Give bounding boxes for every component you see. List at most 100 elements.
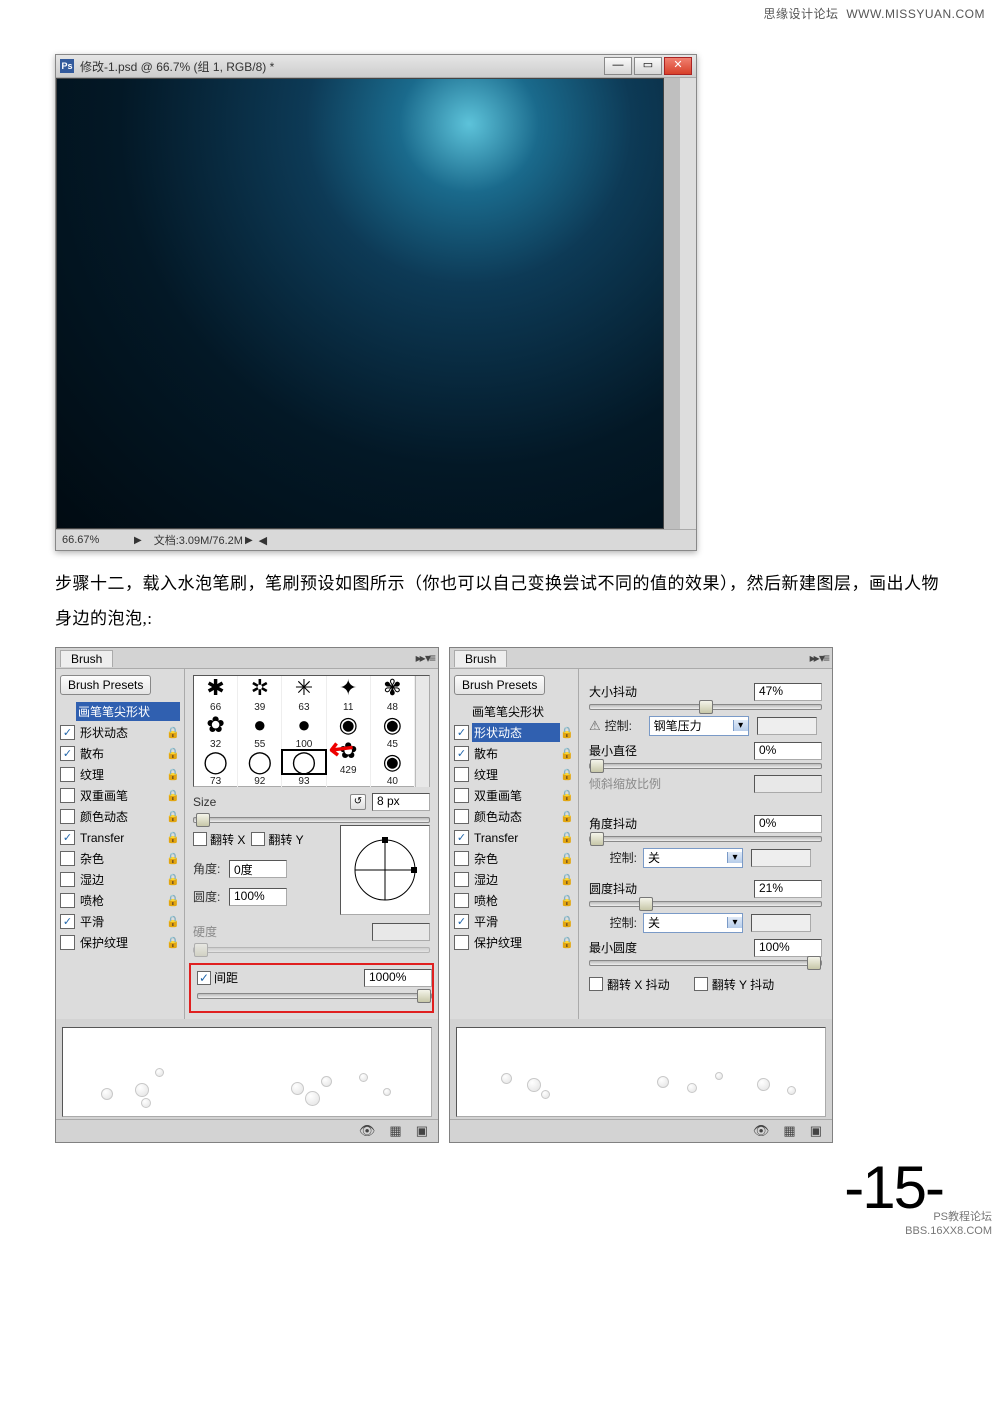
option-protect-texture[interactable]: 保护纹理🔒 <box>60 933 180 953</box>
control-label: 控制: <box>589 914 643 931</box>
vertical-scrollbar[interactable] <box>680 78 696 529</box>
option-transfer[interactable]: Transfer🔒 <box>454 828 574 848</box>
hardness-slider <box>193 947 430 953</box>
lock-icon: 🔒 <box>560 768 574 782</box>
angle-jitter-label: 角度抖动 <box>589 815 754 832</box>
control-label: 控制: <box>589 849 643 866</box>
flip-y-checkbox[interactable] <box>251 832 265 846</box>
brush-tab[interactable]: Brush <box>454 650 507 667</box>
lock-icon: 🔒 <box>560 810 574 824</box>
panel-menu-icon[interactable]: ▸▸ ▾≡ <box>810 651 828 665</box>
angle-input[interactable]: 0度 <box>229 860 287 878</box>
option-wet-edges[interactable]: 湿边🔒 <box>60 870 180 890</box>
chevron-down-icon: ▾ <box>727 852 742 863</box>
tutorial-step-text: 步骤十二，载入水泡笔刷，笔刷预设如图所示（你也可以自己变换尝试不同的值的效果），… <box>55 567 945 637</box>
option-wet-edges[interactable]: 湿边🔒 <box>454 870 574 890</box>
brush-presets-button[interactable]: Brush Presets <box>60 675 151 695</box>
option-transfer[interactable]: Transfer🔒 <box>60 828 180 848</box>
option-smoothing[interactable]: 平滑🔒 <box>454 912 574 932</box>
size-jitter-label: 大小抖动 <box>589 683 754 700</box>
toggle-view-icon[interactable]: 👁 <box>359 1123 376 1139</box>
hardness-input <box>372 923 430 941</box>
option-scatter[interactable]: 散布🔒 <box>60 744 180 764</box>
option-noise[interactable]: 杂色🔒 <box>60 849 180 869</box>
option-tip-shape[interactable]: 画笔笔尖形状 <box>454 702 574 722</box>
new-preset-icon[interactable]: ▦ <box>389 1123 401 1139</box>
brush-presets-button[interactable]: Brush Presets <box>454 675 545 695</box>
angle-jitter-slider[interactable] <box>589 836 822 842</box>
option-protect-texture[interactable]: 保护纹理🔒 <box>454 933 574 953</box>
control-select-pen[interactable]: 钢笔压力▾ <box>649 716 749 736</box>
photoshop-document-window: Ps 修改-1.psd @ 66.7% (组 1, RGB/8) * — ▭ ✕… <box>55 54 697 551</box>
flip-x-checkbox[interactable] <box>193 832 207 846</box>
warning-icon: ⚠ <box>589 718 601 734</box>
option-color-dynamics[interactable]: 颜色动态🔒 <box>60 807 180 827</box>
lock-icon: 🔒 <box>560 852 574 866</box>
min-roundness-slider[interactable] <box>589 960 822 966</box>
lock-icon: 🔒 <box>560 726 574 740</box>
option-airbrush[interactable]: 喷枪🔒 <box>454 891 574 911</box>
roundness-input[interactable]: 100% <box>229 888 287 906</box>
window-title: 修改-1.psd @ 66.7% (组 1, RGB/8) * <box>80 58 602 75</box>
flip-y-jitter-checkbox[interactable] <box>694 977 708 991</box>
option-tip-shape[interactable]: 画笔笔尖形状 <box>60 702 180 722</box>
maximize-button[interactable]: ▭ <box>634 57 662 75</box>
reset-size-button[interactable]: ↺ <box>350 794 366 810</box>
option-shape-dynamics[interactable]: 形状动态🔒 <box>454 723 574 743</box>
spacing-input[interactable]: 1000% <box>364 969 432 987</box>
lock-icon: 🔒 <box>560 915 574 929</box>
option-dual-brush[interactable]: 双重画笔🔒 <box>60 786 180 806</box>
option-scatter[interactable]: 散布🔒 <box>454 744 574 764</box>
lock-icon: 🔒 <box>166 789 180 803</box>
min-roundness-input[interactable]: 100% <box>754 939 822 957</box>
size-jitter-input[interactable]: 47% <box>754 683 822 701</box>
min-diameter-slider[interactable] <box>589 763 822 769</box>
tilt-scale-label: 倾斜缩放比例 <box>589 775 754 792</box>
control-select-off[interactable]: 关▾ <box>643 848 743 868</box>
option-color-dynamics[interactable]: 颜色动态🔒 <box>454 807 574 827</box>
canvas-area[interactable] <box>56 78 664 529</box>
control-select-off[interactable]: 关▾ <box>643 913 743 933</box>
option-noise[interactable]: 杂色🔒 <box>454 849 574 869</box>
angle-preview[interactable] <box>340 825 430 915</box>
size-jitter-slider[interactable] <box>589 704 822 710</box>
size-slider[interactable] <box>193 817 430 823</box>
watermark-bottom: PS教程论坛 BBS.16XX8.COM <box>905 1211 992 1237</box>
lock-icon: 🔒 <box>166 747 180 761</box>
spacing-highlight: ✓ 间距 1000% <box>189 963 434 1013</box>
option-dual-brush[interactable]: 双重画笔🔒 <box>454 786 574 806</box>
angle-jitter-input[interactable]: 0% <box>754 815 822 833</box>
min-roundness-label: 最小圆度 <box>589 939 754 956</box>
lock-icon: 🔒 <box>560 873 574 887</box>
blank-input <box>751 914 811 932</box>
lock-icon: 🔒 <box>560 894 574 908</box>
zoom-level[interactable]: 66.67% <box>62 534 132 546</box>
flip-x-jitter-checkbox[interactable] <box>589 977 603 991</box>
option-shape-dynamics[interactable]: 形状动态🔒 <box>60 723 180 743</box>
trash-icon[interactable]: ▣ <box>810 1123 822 1139</box>
trash-icon[interactable]: ▣ <box>416 1123 428 1139</box>
size-input[interactable]: 8 px <box>372 793 430 811</box>
roundness-jitter-slider[interactable] <box>589 901 822 907</box>
option-texture[interactable]: 纹理🔒 <box>60 765 180 785</box>
min-diameter-input[interactable]: 0% <box>754 742 822 760</box>
lock-icon: 🔒 <box>166 810 180 824</box>
new-preset-icon[interactable]: ▦ <box>783 1123 795 1139</box>
chevron-down-icon: ▾ <box>727 917 742 928</box>
spacing-slider[interactable] <box>197 993 432 999</box>
toggle-view-icon[interactable]: 👁 <box>753 1123 770 1139</box>
minimize-button[interactable]: — <box>604 57 632 75</box>
control-label: 控制: <box>605 717 649 734</box>
lock-icon: 🔒 <box>166 768 180 782</box>
spacing-checkbox[interactable]: ✓ <box>197 971 211 985</box>
brush-tab[interactable]: Brush <box>60 650 113 667</box>
brush-thumbnails[interactable]: ✱66✿32◯73 ✲39●55◯92 ✳63●100◯93 ✦11◉✿429 … <box>193 675 430 787</box>
option-airbrush[interactable]: 喷枪🔒 <box>60 891 180 911</box>
panel-menu-icon[interactable]: ▸▸ ▾≡ <box>416 651 434 665</box>
option-smoothing[interactable]: 平滑🔒 <box>60 912 180 932</box>
option-texture[interactable]: 纹理🔒 <box>454 765 574 785</box>
close-button[interactable]: ✕ <box>664 57 692 75</box>
thumbs-scrollbar[interactable] <box>415 676 429 787</box>
page-number: -15- <box>55 1153 943 1222</box>
roundness-jitter-input[interactable]: 21% <box>754 880 822 898</box>
